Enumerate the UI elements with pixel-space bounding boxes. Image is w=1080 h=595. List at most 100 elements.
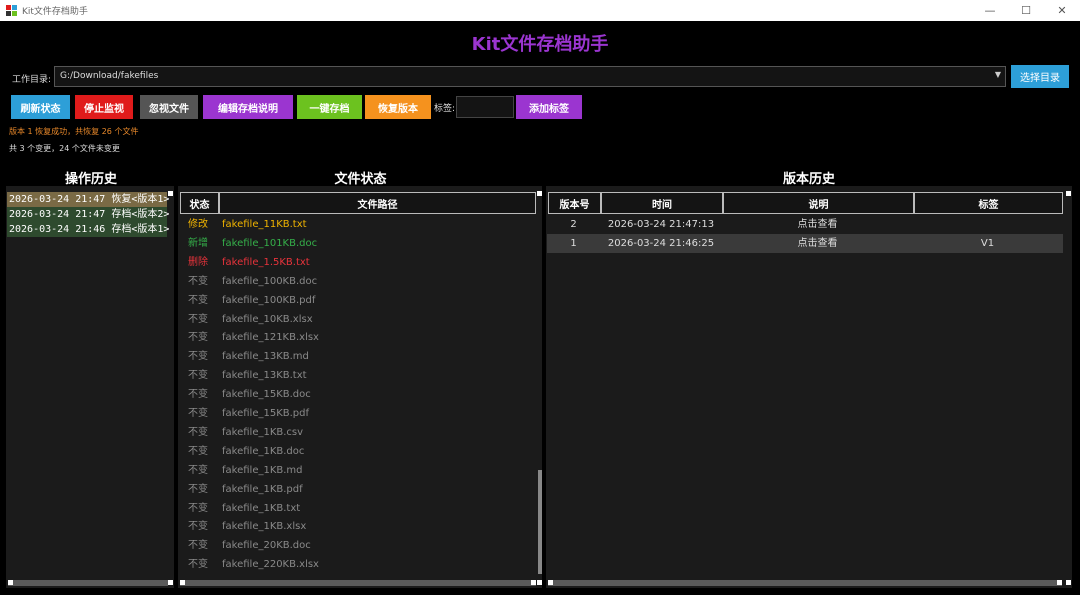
history-vscroll-arrow-up[interactable] <box>168 191 173 196</box>
tag-input[interactable] <box>456 96 514 118</box>
version-note-link[interactable]: 点击查看 <box>722 215 913 234</box>
archive-button[interactable]: 一键存档 <box>297 95 362 119</box>
files-title: 文件状态 <box>334 172 387 187</box>
stop-monitor-button[interactable]: 停止监视 <box>75 95 133 119</box>
history-item[interactable]: 2026-03-24 21:47 恢复<版本1> <box>7 192 169 207</box>
tag-label: 标签: <box>434 104 456 114</box>
file-row[interactable]: 不变 fakefile_1KB.csv <box>179 423 536 442</box>
file-path: fakefile_1KB.xlsx <box>222 521 307 533</box>
file-path: fakefile_101KB.doc <box>222 237 318 249</box>
file-row[interactable]: 不变 fakefile_1KB.md <box>179 461 536 480</box>
versions-vscroll-arrow-up[interactable] <box>1066 191 1071 196</box>
maximize-icon[interactable]: ☐ <box>1008 0 1044 21</box>
close-icon[interactable]: ✕ <box>1044 0 1080 21</box>
history-hscrollbar[interactable] <box>8 580 168 586</box>
file-path: fakefile_100KB.pdf <box>222 294 316 306</box>
files-vscroll-arrow-up[interactable] <box>537 191 542 196</box>
edit-note-button[interactable]: 编辑存档说明 <box>203 95 293 119</box>
file-status: 不变 <box>188 294 208 306</box>
file-status: 删除 <box>188 256 208 268</box>
file-status: 不变 <box>188 389 208 401</box>
files-hscrollbar[interactable] <box>180 580 536 586</box>
version-tag: V1 <box>980 238 995 249</box>
file-status: 不变 <box>188 483 208 495</box>
file-status: 不变 <box>188 408 208 419</box>
chevron-down-icon[interactable]: ▼ <box>995 70 1001 79</box>
file-path: fakefile_15KB.pdf <box>222 408 310 419</box>
files-col-path[interactable]: 文件路径 <box>219 192 536 214</box>
file-row[interactable]: 不变 fakefile_1KB.doc <box>179 442 536 461</box>
files-vscrollbar-thumb[interactable] <box>538 470 542 574</box>
versions-hscrollbar[interactable] <box>548 580 1062 586</box>
files-vscroll-arrow-down[interactable] <box>537 580 542 585</box>
refresh-status-button[interactable]: 刷新状态 <box>11 95 70 119</box>
workdir-value: G:/Download/fakefiles <box>60 71 159 81</box>
history-item[interactable]: 2026-03-24 21:47 存档<版本2> <box>7 207 169 222</box>
file-row[interactable]: 不变 fakefile_100KB.doc <box>179 272 536 291</box>
file-path: fakefile_13KB.txt <box>222 370 307 382</box>
file-row[interactable]: 不变 fakefile_13KB.txt <box>179 366 536 385</box>
version-note-link[interactable]: 点击查看 <box>722 234 913 253</box>
file-path: fakefile_1KB.doc <box>222 445 305 457</box>
file-status: 不变 <box>188 351 208 363</box>
file-path: fakefile_10KB.xlsx <box>222 313 313 325</box>
files-col-status[interactable]: 状态 <box>180 192 219 214</box>
file-row[interactable]: 不变 fakefile_13KB.md <box>179 347 536 366</box>
file-path: fakefile_15KB.doc <box>222 389 311 401</box>
restore-version-button[interactable]: 恢复版本 <box>365 95 431 119</box>
page-title: Kit文件存档助手 <box>471 34 609 55</box>
file-status: 不变 <box>188 426 208 438</box>
file-status: 不变 <box>188 521 208 533</box>
file-path: fakefile_1KB.md <box>222 464 303 476</box>
versions-col-time[interactable]: 时间 <box>601 192 723 214</box>
add-tag-button[interactable]: 添加标签 <box>516 95 582 119</box>
file-path: fakefile_1.5KB.txt <box>222 256 310 268</box>
history-vscroll-arrow-down[interactable] <box>168 580 173 585</box>
file-path: fakefile_121KB.xlsx <box>222 332 319 344</box>
versions-col-version[interactable]: 版本号 <box>548 192 601 214</box>
version-row[interactable]: 1 2026-03-24 21:46:25 点击查看 V1 <box>547 234 1063 253</box>
file-row[interactable]: 不变 fakefile_15KB.doc <box>179 385 536 404</box>
file-row[interactable]: 不变 fakefile_20KB.doc <box>179 536 536 555</box>
file-status: 不变 <box>188 313 208 325</box>
file-row[interactable]: 不变 fakefile_15KB.pdf <box>179 404 536 423</box>
file-status: 不变 <box>188 502 208 514</box>
versions-vscroll-arrow-down[interactable] <box>1066 580 1071 585</box>
file-row[interactable]: 删除 fakefile_1.5KB.txt <box>179 253 536 272</box>
file-row[interactable]: 不变 fakefile_10KB.xlsx <box>179 310 536 329</box>
file-path: fakefile_1KB.csv <box>222 426 304 438</box>
file-row[interactable]: 不变 fakefile_100KB.pdf <box>179 291 536 310</box>
file-status: 不变 <box>188 370 208 382</box>
history-hscroll-arrow-left[interactable] <box>8 580 13 585</box>
files-hscroll-arrow-right[interactable] <box>531 580 536 585</box>
version-row[interactable]: 2 2026-03-24 21:47:13 点击查看 <box>547 215 1063 234</box>
file-row[interactable]: 新增 fakefile_101KB.doc <box>179 234 536 253</box>
files-hscroll-arrow-left[interactable] <box>180 580 185 585</box>
file-path: fakefile_1KB.pdf <box>222 483 303 495</box>
file-row[interactable]: 不变 fakefile_1KB.pdf <box>179 480 536 499</box>
minimize-icon[interactable]: — <box>972 0 1008 21</box>
window-title: Kit文件存档助手 <box>22 7 88 17</box>
version-time: 2026-03-24 21:46:25 <box>607 238 715 249</box>
file-row[interactable]: 不变 fakefile_220KB.xlsx <box>179 555 536 574</box>
versions-col-note[interactable]: 说明 <box>723 192 914 214</box>
file-path: fakefile_20KB.doc <box>222 540 311 552</box>
file-status: 不变 <box>188 445 208 457</box>
ignore-files-button[interactable]: 忽视文件 <box>140 95 198 119</box>
file-path: fakefile_13KB.md <box>222 351 309 363</box>
versions-col-tag[interactable]: 标签 <box>914 192 1063 214</box>
versions-hscroll-arrow-left[interactable] <box>548 580 553 585</box>
file-status: 新增 <box>188 237 208 249</box>
file-row[interactable]: 修改 fakefile_11KB.txt <box>179 215 536 234</box>
version-number: 1 <box>570 238 577 249</box>
choose-directory-button[interactable]: 选择目录 <box>1011 65 1069 88</box>
file-row[interactable]: 不变 fakefile_1KB.txt <box>179 499 536 518</box>
history-item[interactable]: 2026-03-24 21:46 存档<版本1> <box>7 222 169 237</box>
file-status: 不变 <box>188 275 208 287</box>
app-icon <box>6 4 18 17</box>
versions-title: 版本历史 <box>782 172 835 187</box>
file-row[interactable]: 不变 fakefile_1KB.xlsx <box>179 517 536 536</box>
versions-hscroll-arrow-right[interactable] <box>1057 580 1062 585</box>
workdir-combobox[interactable]: G:/Download/fakefiles ▼ <box>54 66 1006 87</box>
file-row[interactable]: 不变 fakefile_121KB.xlsx <box>179 328 536 347</box>
